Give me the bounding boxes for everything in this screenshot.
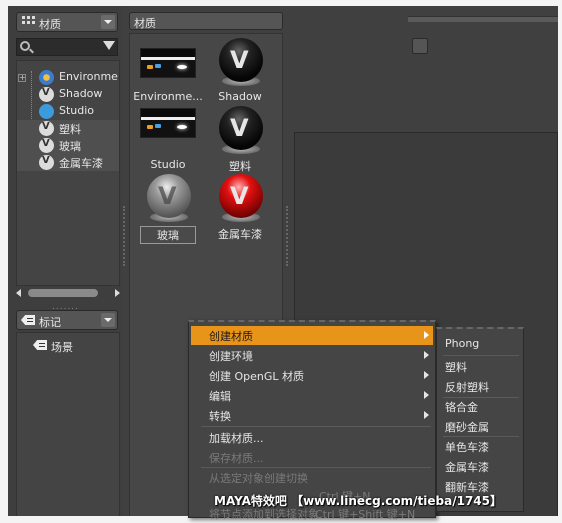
grid-icon [22, 16, 36, 28]
menu-item-convert[interactable]: 转换 [191, 406, 433, 425]
swatch-label: 金属车漆 [218, 228, 262, 241]
menu-item-label: 编辑 [209, 390, 231, 403]
scroll-left-icon[interactable] [16, 289, 21, 297]
vray-material-icon [39, 138, 54, 153]
swatch-studio[interactable]: Studio [134, 106, 204, 176]
material-ball-icon: V [219, 106, 263, 150]
swatch-environment[interactable]: Environme... [133, 38, 204, 108]
filter-icon[interactable] [103, 41, 115, 50]
context-menu: 创建材质 创建环境 创建 OpenGL 材质 编辑 转换 加载材质... 保存材… [188, 320, 436, 521]
swatch-label: Shadow [218, 90, 262, 103]
menu-item-create-opengl-material[interactable]: 创建 OpenGL 材质 [191, 366, 433, 385]
top-slider[interactable] [408, 16, 558, 22]
submenu-arrow-icon [424, 331, 429, 339]
menu-item-save-material: 保存材质... [191, 448, 433, 467]
submenu-item-solid-paint[interactable]: 单色车漆 [445, 439, 489, 455]
tags-panel: 场景 [16, 332, 120, 516]
environment-icon [39, 70, 54, 85]
vray-material-icon [39, 121, 54, 136]
submenu-arrow-icon [424, 411, 429, 419]
library-title: 材质 [134, 17, 156, 30]
menu-item-load-material[interactable]: 加载材质... [191, 428, 433, 447]
menu-separator [443, 436, 519, 437]
swatch-label[interactable]: 玻璃 [140, 226, 196, 244]
tree-item-label: Environmen [59, 70, 120, 83]
submenu-arrow-icon [424, 351, 429, 359]
tree-item-label: 塑料 [59, 123, 81, 136]
swatch-shadow[interactable]: V Shadow [206, 38, 276, 108]
menu-item-label: 从选定对象创建切换 [209, 472, 308, 485]
swatch-label: Studio [150, 158, 186, 171]
create-material-submenu: Phong 塑料 反射塑料 铬合金 磨砂金属 单色车漆 金属车漆 翻新车漆 [436, 327, 524, 512]
tag-item-scene[interactable]: 场景 [27, 337, 121, 354]
menu-separator [443, 355, 519, 356]
material-ball-icon: V [147, 174, 191, 218]
material-tree: + Environmen Shadow Studio 塑料 玻璃 [16, 60, 120, 286]
tag-icon [33, 340, 47, 350]
horizontal-scrollbar[interactable] [16, 288, 120, 298]
swatch-label: Environme... [133, 90, 203, 103]
tree-item-glass[interactable]: 玻璃 [17, 137, 119, 154]
menu-item-label: 保存材质... [209, 452, 264, 465]
material-ball-icon: V [219, 38, 263, 82]
splitter-handle[interactable] [123, 206, 125, 266]
left-sidebar: 材质 + Environmen Shadow Studio [8, 6, 122, 516]
menu-item-create-toggle: 从选定对象创建切换 [191, 468, 433, 487]
swatch-glass[interactable]: V 玻璃 [134, 174, 204, 244]
menu-item-label: 转换 [209, 410, 231, 423]
library-header: 材质 [129, 12, 283, 30]
menu-item-label: 创建 OpenGL 材质 [209, 370, 305, 383]
swatch-label: 塑料 [229, 160, 251, 173]
search-input[interactable] [16, 38, 118, 56]
tree-item-plastic[interactable]: 塑料 [17, 120, 119, 137]
splitter-handle[interactable] [286, 206, 288, 266]
submenu-item-metallic-paint[interactable]: 金属车漆 [445, 459, 489, 475]
vray-material-icon [39, 87, 54, 102]
environment-thumbnail [140, 48, 196, 78]
tree-item-label: 玻璃 [59, 140, 81, 153]
tags-dropdown-label: 标记 [39, 316, 61, 329]
submenu-item-plastic[interactable]: 塑料 [445, 359, 467, 375]
option-checkbox[interactable] [412, 38, 428, 54]
chevron-down-icon[interactable] [101, 313, 115, 327]
menu-item-create-environment[interactable]: 创建环境 [191, 346, 433, 365]
submenu-arrow-icon [424, 371, 429, 379]
submenu-item-chrome[interactable]: 铬合金 [445, 399, 478, 415]
chevron-down-icon[interactable] [101, 15, 115, 29]
menu-item-edit[interactable]: 编辑 [191, 386, 433, 405]
swatch-plastic[interactable]: V 塑料 [206, 106, 276, 176]
submenu-item-reflective-plastic[interactable]: 反射塑料 [445, 379, 489, 395]
tree-item-label: 金属车漆 [59, 157, 103, 170]
menu-item-label: 创建环境 [209, 350, 253, 363]
tree-item-label: Studio [59, 104, 95, 117]
tag-icon [21, 315, 35, 325]
submenu-arrow-icon [424, 391, 429, 399]
menu-item-label: 创建材质 [209, 330, 253, 343]
tags-dropdown[interactable]: 标记 [16, 310, 118, 330]
swatch-metallic-paint[interactable]: V 金属车漆 [206, 174, 276, 244]
tag-item-label: 场景 [51, 341, 73, 354]
submenu-item-phong[interactable]: Phong [445, 337, 479, 350]
scroll-right-icon[interactable] [115, 289, 120, 297]
tree-item-environment[interactable]: Environmen [17, 69, 120, 86]
tree-item-studio[interactable]: Studio [17, 103, 119, 120]
tree-item-shadow[interactable]: Shadow [17, 86, 119, 103]
studio-thumbnail [140, 108, 196, 138]
tree-item-metallic-paint[interactable]: 金属车漆 [17, 154, 119, 171]
menu-separator [443, 397, 519, 398]
materials-dropdown-label: 材质 [39, 18, 61, 31]
submenu-item-brushed-metal[interactable]: 磨砂金属 [445, 419, 489, 435]
watermark-text: MAYA特效吧 【www.linecg.com/tieba/1745】 [214, 494, 503, 508]
menu-item-create-material[interactable]: 创建材质 [191, 326, 433, 345]
material-ball-icon: V [219, 174, 263, 218]
menu-separator [201, 426, 431, 427]
menu-item-label: 加载材质... [209, 432, 264, 445]
search-icon [20, 41, 30, 51]
scroll-thumb[interactable] [28, 289, 98, 297]
materials-dropdown[interactable]: 材质 [16, 12, 118, 32]
tree-item-label: Shadow [59, 87, 103, 100]
studio-icon [39, 104, 54, 119]
vray-material-icon [39, 155, 54, 170]
